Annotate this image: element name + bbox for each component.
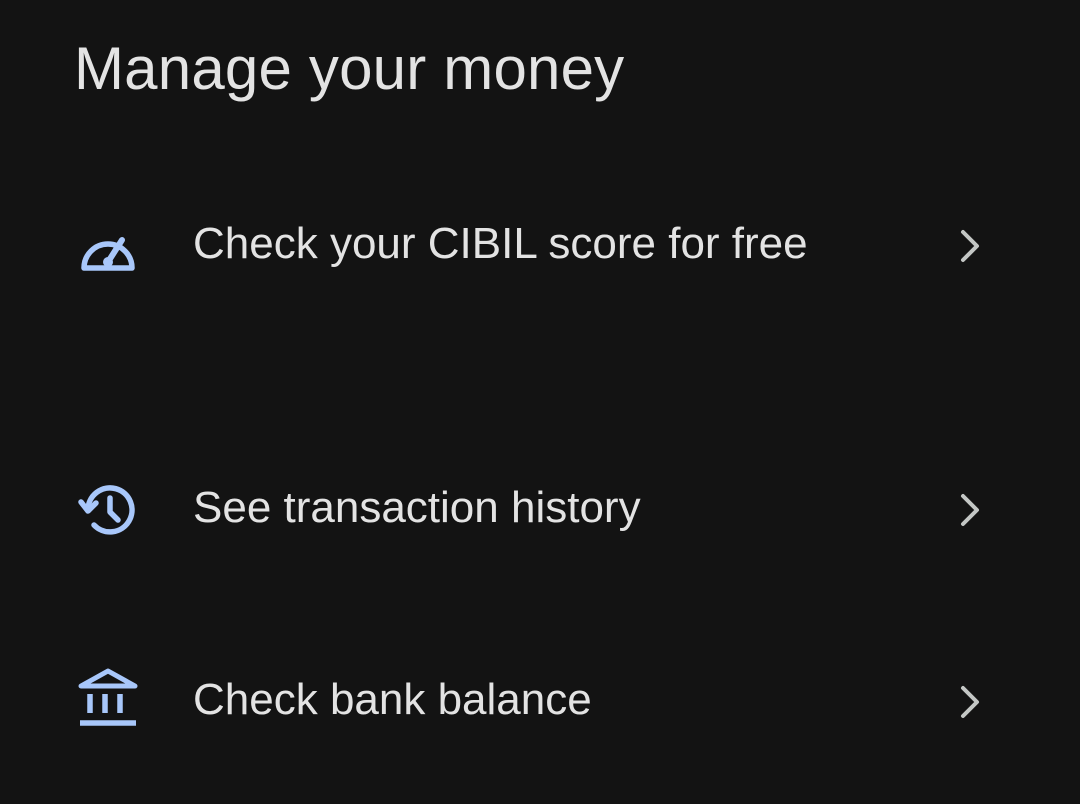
history-icon	[76, 478, 140, 542]
check-cibil-score-row[interactable]: Check your CIBIL score for free	[0, 200, 1080, 360]
check-cibil-score-label: Check your CIBIL score for free	[193, 219, 808, 268]
chevron-right-icon	[950, 226, 990, 266]
chevron-right-icon	[950, 490, 990, 530]
chevron-right-icon	[950, 682, 990, 722]
transaction-history-label: See transaction history	[193, 483, 641, 532]
check-bank-balance-label: Check bank balance	[193, 675, 592, 724]
check-bank-balance-row[interactable]: Check bank balance	[0, 660, 1080, 740]
transaction-history-row[interactable]: See transaction history	[0, 470, 1080, 550]
section-title: Manage your money	[74, 35, 625, 102]
speedometer-icon	[76, 216, 140, 280]
bank-icon	[76, 666, 140, 730]
